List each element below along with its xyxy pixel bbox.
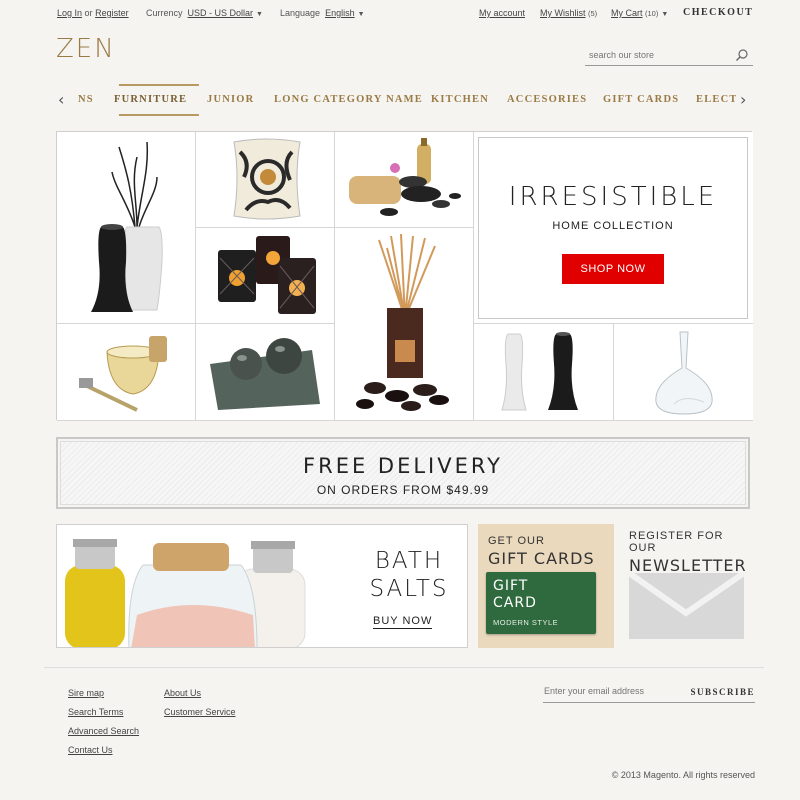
product-tile-pillow[interactable] bbox=[196, 132, 335, 228]
nav-item-furniture[interactable]: FURNITURE bbox=[114, 94, 187, 105]
envelope-icon bbox=[629, 573, 744, 639]
decanter-image bbox=[655, 331, 713, 415]
search-input[interactable] bbox=[589, 50, 729, 60]
wishlist-link[interactable]: My Wishlist bbox=[540, 8, 586, 18]
category-nav: ‹ NS FURNITURE JUNIOR LONG CATEGORY NAME… bbox=[56, 84, 752, 116]
footer-link-search-terms[interactable]: Search Terms bbox=[68, 707, 123, 717]
shaving-image bbox=[79, 336, 167, 412]
bath-salts-image bbox=[65, 539, 306, 647]
product-tile-spa-set[interactable] bbox=[335, 132, 474, 228]
delivery-subtitle: ON ORDERS FROM $49.99 bbox=[316, 483, 490, 497]
gift-card-title-line1: GIFT bbox=[493, 578, 529, 594]
vases-image bbox=[501, 332, 578, 411]
product-tile-stones[interactable] bbox=[196, 324, 335, 421]
product-tile-candles[interactable] bbox=[196, 228, 335, 324]
product-grid: IRRESISTIBLE HOME COLLECTION SHOP NOW bbox=[56, 131, 753, 421]
footer-link-contact-us[interactable]: Contact Us bbox=[68, 745, 113, 755]
chevron-down-icon[interactable]: ▼ bbox=[256, 11, 263, 18]
currency-switcher[interactable]: Currency USD - US Dollar ▼ bbox=[146, 8, 263, 18]
nav-item-gift-cards[interactable]: GIFT CARDS bbox=[603, 94, 679, 105]
nav-item-accesories[interactable]: ACCESORIES bbox=[507, 94, 587, 105]
nav-item-kitchen[interactable]: KITCHEN bbox=[431, 94, 489, 105]
nav-item-electronics[interactable]: ELECT bbox=[696, 94, 736, 105]
footer-links-col1: Sire map Search Terms Advanced Search Co… bbox=[68, 688, 139, 764]
language-label: Language bbox=[280, 8, 321, 18]
chevron-left-icon[interactable]: ‹ bbox=[58, 90, 64, 109]
footer-link-advanced-search[interactable]: Advanced Search bbox=[68, 726, 139, 736]
free-delivery-banner[interactable]: FREE DELIVERY ON ORDERS FROM $49.99 bbox=[56, 437, 750, 509]
checkout-link[interactable]: CHECKOUT bbox=[683, 7, 753, 18]
buy-now-button[interactable]: BUY NOW bbox=[373, 615, 433, 629]
gift-card-graphic: GIFT CARD MODERN STYLE bbox=[486, 572, 596, 634]
language-switcher[interactable]: Language English ▼ bbox=[280, 8, 365, 18]
register-link[interactable]: Register bbox=[95, 8, 129, 18]
search-icon[interactable] bbox=[735, 48, 749, 62]
gift-card-title-line2: CARD bbox=[493, 595, 537, 611]
footer-link-site-map[interactable]: Sire map bbox=[68, 688, 104, 698]
gift-cards-banner[interactable]: GET OUR GIFT CARDS GIFT CARD MODERN STYL… bbox=[478, 524, 614, 648]
footer-links-col2: About Us Customer Service bbox=[164, 688, 236, 726]
stones-image bbox=[210, 338, 320, 410]
bath-title-line2: SALTS bbox=[369, 576, 449, 602]
subscribe-button[interactable]: SUBSCRIBE bbox=[690, 687, 755, 697]
search-box bbox=[585, 46, 753, 66]
cart-count: (10) bbox=[645, 9, 659, 18]
vase-branches-image bbox=[91, 141, 163, 312]
my-account-link[interactable]: My account bbox=[479, 8, 525, 18]
cart-link-wrap: My Cart (10) ▼ bbox=[611, 8, 668, 18]
nav-items: NS FURNITURE JUNIOR LONG CATEGORY NAME K… bbox=[66, 84, 736, 116]
gift-line2: GIFT CARDS bbox=[488, 549, 595, 568]
delivery-title: FREE DELIVERY bbox=[303, 454, 503, 478]
nav-item-long-category[interactable]: LONG CATEGORY NAME bbox=[274, 94, 423, 105]
chevron-right-icon[interactable]: › bbox=[740, 90, 746, 109]
footer-divider bbox=[44, 667, 764, 668]
footer-link-customer-service[interactable]: Customer Service bbox=[164, 707, 236, 717]
email-field[interactable] bbox=[544, 686, 684, 696]
newsletter-form: SUBSCRIBE bbox=[543, 685, 755, 703]
gift-card-title: GIFT CARD bbox=[493, 578, 553, 612]
footer-link-about-us[interactable]: About Us bbox=[164, 688, 201, 698]
product-tile-vases[interactable] bbox=[474, 324, 614, 421]
login-link[interactable]: Log In bbox=[57, 8, 82, 18]
cart-link[interactable]: My Cart bbox=[611, 8, 643, 18]
product-tile-decanter[interactable] bbox=[614, 324, 753, 421]
my-account-link-wrap: My account bbox=[479, 8, 525, 18]
candles-image bbox=[218, 236, 316, 314]
nav-item-junior[interactable]: JUNIOR bbox=[207, 94, 254, 105]
spa-set-image bbox=[349, 138, 461, 216]
product-tile-shaving[interactable] bbox=[57, 324, 196, 421]
promo-banner: IRRESISTIBLE HOME COLLECTION SHOP NOW bbox=[478, 137, 748, 319]
product-tile-vase-branches[interactable] bbox=[57, 132, 196, 324]
nav-item-prev[interactable]: NS bbox=[78, 94, 94, 105]
promo-subtitle: HOME COLLECTION bbox=[552, 220, 674, 232]
bath-title: BATH SALTS bbox=[359, 547, 459, 603]
newsletter-line1: REGISTER FOR OUR bbox=[629, 530, 724, 554]
currency-value[interactable]: USD - US Dollar bbox=[188, 8, 254, 18]
top-bar: Log In or Register Currency USD - US Dol… bbox=[0, 0, 800, 26]
product-tile-diffuser[interactable] bbox=[335, 228, 474, 421]
language-value[interactable]: English bbox=[325, 8, 355, 18]
promo-title: IRRESISTIBLE bbox=[508, 182, 718, 212]
shop-now-button[interactable]: SHOP NOW bbox=[562, 254, 664, 284]
wishlist-link-wrap: My Wishlist (5) bbox=[540, 8, 597, 18]
diffuser-image bbox=[356, 233, 449, 411]
free-delivery-inner: FREE DELIVERY ON ORDERS FROM $49.99 bbox=[60, 441, 746, 505]
account-links: Log In or Register bbox=[57, 8, 129, 18]
pillow-image bbox=[233, 138, 301, 220]
logo[interactable]: ZEN bbox=[56, 34, 116, 64]
copyright: © 2013 Magento. All rights reserved bbox=[611, 770, 755, 780]
or-text: or bbox=[84, 8, 93, 18]
currency-label: Currency bbox=[146, 8, 183, 18]
newsletter-banner[interactable]: REGISTER FOR OUR NEWSLETTER bbox=[629, 530, 753, 648]
chevron-down-icon[interactable]: ▼ bbox=[661, 11, 668, 18]
bath-salts-banner[interactable]: BATH SALTS BUY NOW bbox=[56, 524, 468, 648]
gift-line1: GET OUR bbox=[488, 535, 545, 547]
bath-title-line1: BATH bbox=[374, 548, 444, 574]
wishlist-count: (5) bbox=[588, 9, 598, 18]
gift-card-subtitle: MODERN STYLE bbox=[493, 618, 559, 627]
chevron-down-icon[interactable]: ▼ bbox=[358, 11, 365, 18]
